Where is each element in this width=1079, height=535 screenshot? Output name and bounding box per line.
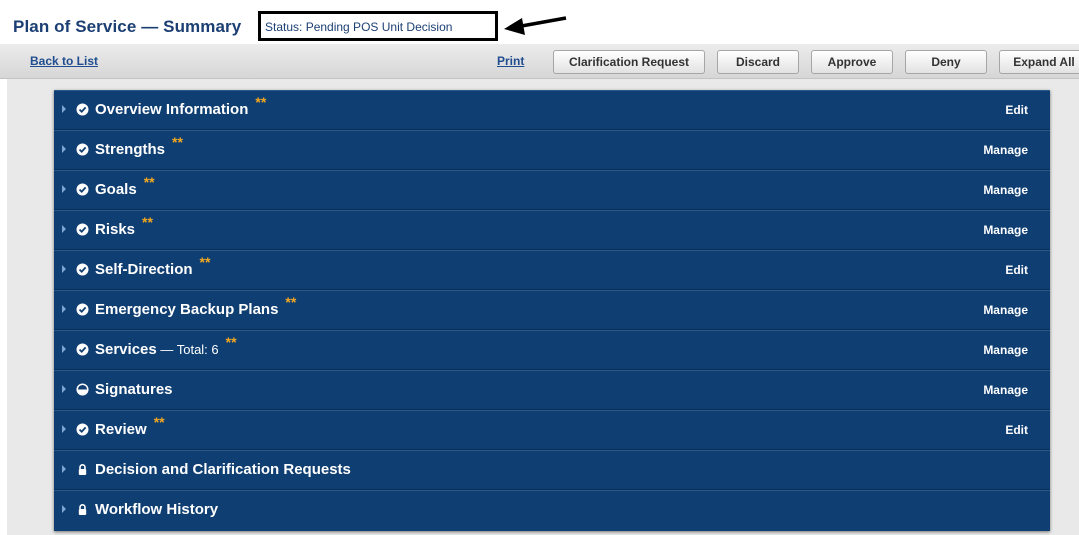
lock-icon [76, 463, 89, 476]
section-row[interactable]: Self-Direction ** Edit [54, 250, 1050, 290]
check-circle-icon [76, 423, 89, 436]
section-title[interactable]: Review ** [95, 414, 165, 438]
half-circle-icon [76, 383, 89, 396]
section-row[interactable]: Goals ** Manage [54, 170, 1050, 210]
section-manage-link[interactable]: Manage [983, 223, 1028, 237]
expand-caret-icon[interactable] [62, 105, 66, 113]
section-label: Emergency Backup Plans [95, 301, 279, 318]
section-label: Strengths [95, 141, 166, 158]
approve-button[interactable]: Approve [811, 50, 893, 74]
expand-caret-icon[interactable] [62, 145, 66, 153]
check-circle-icon [76, 103, 89, 116]
section-manage-link[interactable]: Manage [983, 383, 1028, 397]
check-circle-icon [76, 343, 89, 356]
section-label: Signatures [95, 381, 173, 398]
check-circle-icon [76, 263, 89, 276]
status-text: Status: Pending POS Unit Decision [265, 20, 453, 34]
section-label: Self-Direction [95, 261, 193, 278]
section-title[interactable]: Self-Direction ** [95, 254, 210, 278]
section-row[interactable]: Risks ** Manage [54, 210, 1050, 250]
section-title[interactable]: Goals ** [95, 174, 155, 198]
check-circle-icon [76, 143, 89, 156]
section-edit-link[interactable]: Edit [1005, 423, 1028, 437]
section-label: Services [95, 341, 157, 358]
section-title[interactable]: Emergency Backup Plans ** [95, 294, 296, 318]
expand-caret-icon[interactable] [62, 465, 66, 473]
expand-caret-icon[interactable] [62, 425, 66, 433]
sections-panel: Overview Information ** Edit Strengths ** Man… [54, 90, 1050, 531]
section-row[interactable]: Workflow History [54, 490, 1050, 530]
back-to-list-link[interactable]: Back to List [30, 54, 98, 68]
required-stars: ** [199, 254, 211, 270]
section-manage-link[interactable]: Manage [983, 183, 1028, 197]
required-stars: ** [255, 94, 267, 110]
section-row[interactable]: Emergency Backup Plans ** Manage [54, 290, 1050, 330]
section-row[interactable]: Signatures Manage [54, 370, 1050, 410]
section-label: Review [95, 421, 147, 438]
section-title[interactable]: Decision and Clarification Requests [95, 461, 351, 478]
arrow-left-icon [504, 16, 567, 35]
clarification-request-button[interactable]: Clarification Request [553, 50, 705, 74]
required-stars: ** [142, 214, 153, 230]
section-edit-link[interactable]: Edit [1005, 103, 1028, 117]
expand-all-button[interactable]: Expand All [999, 50, 1079, 74]
section-row[interactable]: Review ** Edit [54, 410, 1050, 450]
section-label: Workflow History [95, 501, 219, 518]
section-label: Decision and Clarification Requests [95, 461, 351, 478]
section-label: Goals [95, 181, 137, 198]
check-circle-icon [76, 223, 89, 236]
expand-caret-icon[interactable] [62, 385, 66, 393]
section-row[interactable]: Strengths ** Manage [54, 130, 1050, 170]
section-label: Overview Information [95, 101, 249, 118]
section-total: — Total: 6 [156, 342, 219, 357]
section-title[interactable]: Workflow History [95, 501, 218, 518]
section-title[interactable]: Signatures [95, 381, 173, 398]
check-circle-icon [76, 303, 89, 316]
section-manage-link[interactable]: Manage [983, 303, 1028, 317]
section-title[interactable]: Strengths ** [95, 134, 183, 158]
section-title[interactable]: Risks ** [95, 214, 153, 238]
page-title: Plan of Service — Summary [13, 17, 242, 36]
required-stars: ** [225, 334, 237, 350]
expand-caret-icon[interactable] [62, 505, 66, 513]
section-manage-link[interactable]: Manage [983, 143, 1028, 157]
expand-caret-icon[interactable] [62, 265, 66, 273]
expand-caret-icon[interactable] [62, 185, 66, 193]
title-bar: Plan of Service — Summary Status: Pendin… [0, 0, 1079, 44]
required-stars: ** [172, 134, 183, 150]
print-link[interactable]: Print [497, 54, 524, 68]
expand-caret-icon[interactable] [62, 345, 66, 353]
toolbar: Back to List Print Clarification Request… [0, 44, 1079, 79]
expand-caret-icon[interactable] [62, 305, 66, 313]
section-title[interactable]: Overview Information ** [95, 94, 266, 118]
section-row[interactable]: Overview Information ** Edit [54, 90, 1050, 130]
deny-button[interactable]: Deny [905, 50, 987, 74]
required-stars: ** [285, 294, 297, 310]
lock-icon [76, 503, 89, 516]
section-row[interactable]: Decision and Clarification Requests [54, 450, 1050, 490]
section-manage-link[interactable]: Manage [983, 343, 1028, 357]
check-circle-icon [76, 183, 89, 196]
section-row[interactable]: Services — Total: 6 ** Manage [54, 330, 1050, 370]
section-title[interactable]: Services — Total: 6 ** [95, 334, 237, 358]
expand-caret-icon[interactable] [62, 225, 66, 233]
required-stars: ** [143, 174, 155, 190]
section-edit-link[interactable]: Edit [1005, 263, 1028, 277]
discard-button[interactable]: Discard [717, 50, 799, 74]
required-stars: ** [153, 414, 165, 430]
section-label: Risks [95, 221, 136, 238]
